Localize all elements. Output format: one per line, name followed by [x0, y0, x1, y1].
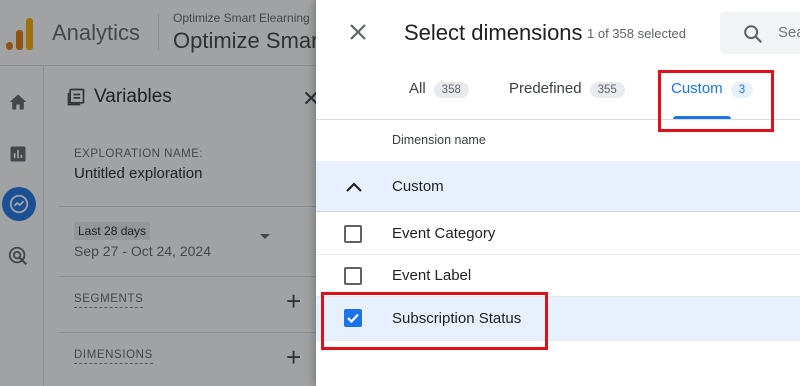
tab-predefined[interactable]: Predefined 355 [509, 80, 625, 120]
list-item[interactable]: Event Label [316, 255, 800, 297]
chevron-up-icon [346, 182, 362, 192]
search-icon [744, 25, 763, 44]
modal-scrim[interactable] [0, 0, 316, 386]
tab-label: Predefined [509, 80, 582, 97]
tab-label: All [409, 80, 426, 97]
selection-count: 1 of 358 selected [587, 26, 687, 41]
checkbox[interactable] [344, 225, 362, 243]
tab-all[interactable]: All 358 [409, 80, 469, 120]
dimension-label: Event Category [392, 225, 496, 242]
close-icon[interactable] [348, 22, 368, 42]
search-input[interactable] [778, 24, 800, 41]
dimension-label: Event Label [392, 267, 472, 284]
tab-count-badge: 358 [433, 82, 469, 98]
select-dimensions-dialog: Select dimensions 1 of 358 selected All … [316, 0, 800, 386]
custom-group-header[interactable]: Custom [316, 161, 800, 212]
list-item[interactable]: Event Category [316, 213, 800, 255]
tab-count-badge: 355 [589, 82, 625, 98]
group-label: Custom [392, 178, 444, 195]
custom-tab-highlight [658, 70, 774, 132]
search-box[interactable] [720, 12, 800, 54]
selected-row-highlight [321, 292, 548, 350]
dialog-title: Select dimensions [404, 20, 583, 45]
column-header-dimension-name: Dimension name [392, 133, 486, 147]
checkbox[interactable] [344, 267, 362, 285]
